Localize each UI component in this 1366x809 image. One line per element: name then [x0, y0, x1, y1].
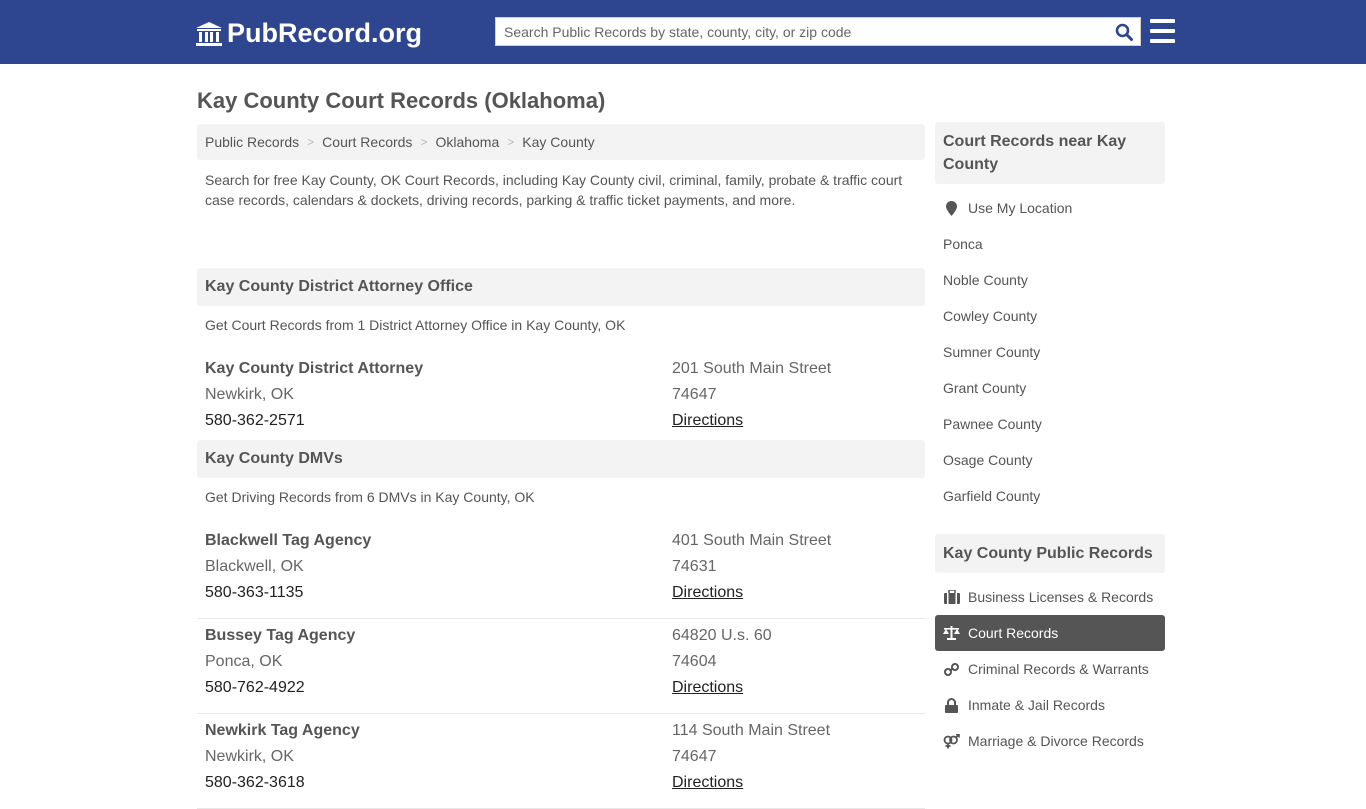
page-title: Kay County Court Records (Oklahoma) [197, 88, 606, 113]
breadcrumb-oklahoma[interactable]: Oklahoma [435, 134, 499, 150]
nearby-item-noble-county[interactable]: Noble County [935, 262, 1165, 298]
entry-zip: 74604 [672, 653, 717, 670]
breadcrumb-separator: > [307, 135, 315, 149]
entry-phone[interactable]: 580-362-3618 [205, 770, 672, 796]
map-marker-icon [943, 200, 960, 216]
directions-link[interactable]: Directions [672, 412, 743, 429]
sidebar-item-criminal-records[interactable]: Criminal Records & Warrants [935, 651, 1165, 687]
scales-icon [943, 625, 960, 641]
entry-name: Blackwell Tag Agency [205, 532, 372, 549]
top-nav-bar: PubRecord.org [0, 0, 1366, 64]
section-subtitle: Get Driving Records from 6 DMVs in Kay C… [205, 489, 535, 505]
breadcrumb-kay-county[interactable]: Kay County [522, 134, 594, 150]
directions-link[interactable]: Directions [672, 584, 743, 601]
nearby-list: Use My Location Ponca Noble County Cowle… [935, 184, 1165, 514]
search-bar [495, 17, 1141, 46]
entry-street: 114 South Main Street [672, 722, 831, 739]
entry-street: 201 South Main Street [672, 360, 832, 377]
nearby-item-cowley-county[interactable]: Cowley County [935, 298, 1165, 334]
search-button[interactable] [1108, 18, 1140, 45]
sidebar-nearby-heading: Court Records near Kay County [935, 122, 1165, 184]
entry-city: Blackwell, OK [205, 558, 304, 575]
breadcrumb-separator: > [420, 135, 428, 149]
nearby-item-osage-county[interactable]: Osage County [935, 442, 1165, 478]
entry-name: Kay County District Attorney [205, 360, 424, 377]
entry-phone[interactable]: 580-362-2571 [205, 408, 672, 434]
search-icon [1115, 23, 1133, 41]
sidebar-item-court-records[interactable]: Court Records [935, 615, 1165, 651]
main-content: Public Records > Court Records > Oklahom… [197, 124, 925, 809]
entry-city: Ponca, OK [205, 653, 283, 670]
list-item: Newkirk Tag Agency Newkirk, OK 580-362-3… [197, 714, 925, 809]
entry-street: 64820 U.s. 60 [672, 627, 772, 644]
public-records-list: Business Licenses & Records Court Record… [935, 573, 1165, 759]
site-logo[interactable]: PubRecord.org [195, 18, 422, 49]
sidebar-item-label: Business Licenses & Records [968, 589, 1154, 605]
list-item: Blackwell Tag Agency Blackwell, OK 580-3… [197, 524, 925, 619]
link-icon [943, 661, 960, 677]
logo-text: PubRecord.org [227, 18, 423, 48]
breadcrumb-separator: > [507, 135, 515, 149]
sidebar-item-marriage-divorce[interactable]: Marriage & Divorce Records [935, 723, 1165, 759]
list-item: Kay County District Attorney Newkirk, OK… [197, 352, 925, 440]
use-my-location-label: Use My Location [968, 200, 1073, 216]
entry-name: Bussey Tag Agency [205, 627, 356, 644]
nearby-item-grant-county[interactable]: Grant County [935, 370, 1165, 406]
hamburger-menu-icon[interactable] [1150, 19, 1175, 43]
sidebar-item-label: Inmate & Jail Records [968, 697, 1105, 713]
section-subtitle: Get Court Records from 1 District Attorn… [205, 317, 626, 333]
nearby-item-garfield-county[interactable]: Garfield County [935, 478, 1165, 514]
sidebar-item-business-licenses[interactable]: Business Licenses & Records [935, 579, 1165, 615]
entry-street: 401 South Main Street [672, 532, 832, 549]
sidebar: Court Records near Kay County Use My Loc… [935, 122, 1165, 759]
breadcrumb: Public Records > Court Records > Oklahom… [197, 124, 925, 160]
directions-link[interactable]: Directions [672, 774, 743, 791]
section-heading-dmvs: Kay County DMVs [197, 440, 925, 478]
search-input[interactable] [496, 18, 1108, 45]
entry-zip: 74631 [672, 558, 717, 575]
entry-name: Newkirk Tag Agency [205, 722, 360, 739]
section-heading-district-attorney: Kay County District Attorney Office [197, 268, 925, 306]
entry-zip: 74647 [672, 748, 717, 765]
nearby-item-pawnee-county[interactable]: Pawnee County [935, 406, 1165, 442]
entry-phone[interactable]: 580-762-4922 [205, 675, 672, 701]
entry-zip: 74647 [672, 386, 717, 403]
breadcrumb-court-records[interactable]: Court Records [322, 134, 412, 150]
entry-city: Newkirk, OK [205, 748, 294, 765]
breadcrumb-public-records[interactable]: Public Records [205, 134, 299, 150]
entry-city: Newkirk, OK [205, 386, 294, 403]
use-my-location-button[interactable]: Use My Location [935, 190, 1165, 226]
intro-text: Search for free Kay County, OK Court Rec… [205, 172, 903, 208]
list-item: Bussey Tag Agency Ponca, OK 580-762-4922… [197, 619, 925, 714]
sidebar-public-records-heading: Kay County Public Records [935, 534, 1165, 573]
sidebar-item-label: Marriage & Divorce Records [968, 733, 1144, 749]
briefcase-icon [943, 589, 960, 605]
nearby-item-sumner-county[interactable]: Sumner County [935, 334, 1165, 370]
entry-phone[interactable]: 580-363-1135 [205, 580, 672, 606]
sidebar-item-label: Criminal Records & Warrants [968, 661, 1149, 677]
courthouse-icon [196, 21, 222, 46]
venus-mars-icon [943, 733, 960, 749]
sidebar-item-inmate-records[interactable]: Inmate & Jail Records [935, 687, 1165, 723]
sidebar-item-label: Court Records [968, 625, 1059, 641]
directions-link[interactable]: Directions [672, 679, 743, 696]
nearby-item-ponca[interactable]: Ponca [935, 226, 1165, 262]
lock-icon [943, 697, 960, 713]
